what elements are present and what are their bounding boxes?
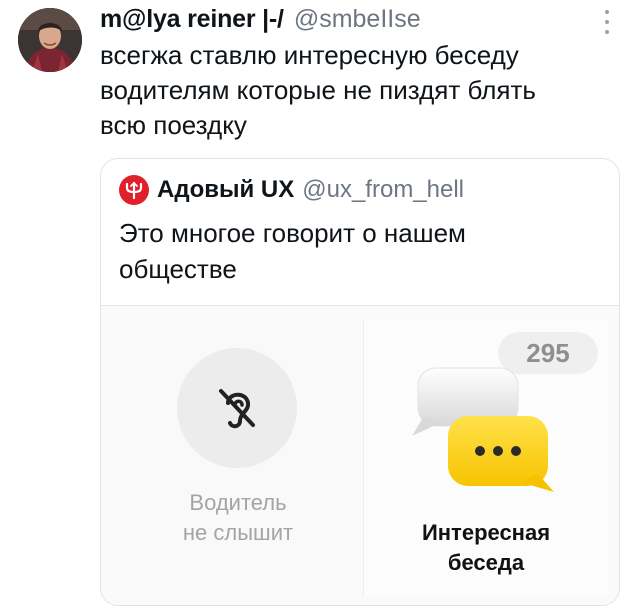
avatar[interactable] — [18, 8, 82, 72]
profile-photo — [18, 8, 82, 72]
quoted-tweet-card[interactable]: Адовый UX @ux_from_hell Это многое говор… — [100, 158, 620, 606]
quoted-author-display-name[interactable]: Адовый UX — [157, 176, 294, 204]
ear-off-icon — [219, 389, 255, 429]
chat-bubbles-icon — [408, 348, 558, 503]
vertical-ellipsis-icon[interactable] — [604, 10, 610, 34]
trident-icon — [125, 181, 143, 200]
option-driver-cannot-hear-label: Водитель не слышит — [182, 490, 294, 545]
quoted-tweet-text: Это многое говорит о нашем обществе — [119, 218, 466, 284]
option-interesting-conversation-label: Интересная беседа — [421, 520, 551, 575]
devil-trident-logo — [119, 175, 149, 205]
quoted-media-image[interactable]: Водитель не слышит 295 Интересная беседа — [101, 305, 619, 605]
quoted-tweet-header: Адовый UX @ux_from_hell — [119, 175, 464, 205]
ear-off-icon-circle — [177, 348, 297, 468]
option-interesting-conversation: 295 Интересная беседа — [363, 320, 608, 596]
tweet-text: всегжа ставлю интересную беседу водителя… — [100, 40, 536, 140]
author-handle[interactable]: @smbeIIse — [294, 5, 421, 34]
tweet-header: m@lya reiner |-/ @smbeIIse — [100, 4, 421, 34]
option-driver-cannot-hear: Водитель не слышит — [117, 320, 359, 596]
author-display-name[interactable]: m@lya reiner |-/ — [100, 5, 284, 34]
quoted-author-handle[interactable]: @ux_from_hell — [302, 176, 464, 204]
